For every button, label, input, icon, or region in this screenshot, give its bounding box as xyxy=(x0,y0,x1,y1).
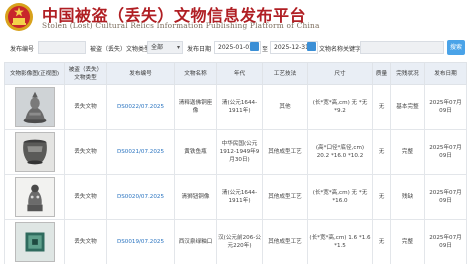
search-button[interactable]: 搜索 xyxy=(447,40,465,55)
chevron-down-icon: ▾ xyxy=(176,44,180,51)
site-subtitle-en: Stolen (Lost) Cultural Relics Informatio… xyxy=(42,21,320,30)
cell-name: 西汉泉绿釉口 xyxy=(174,219,217,264)
relic-image-green-glaze[interactable] xyxy=(14,222,55,262)
cell-code-link[interactable]: DS0019/07.2025 xyxy=(106,219,175,264)
keyword-label: 文物名称关键字 xyxy=(319,46,362,53)
col-header-code: 发布编号 xyxy=(106,62,175,85)
col-header-condition: 完残状况 xyxy=(390,62,425,85)
table-row[interactable]: 丢失文物 DS0022/07.2025 清释迦佛铜座像 清(公元1644-191… xyxy=(4,84,467,130)
cell-name: 黄铁鱼瓶 xyxy=(174,129,217,175)
cell-size: (长*宽*高,cm) 无 *无 *9.2 xyxy=(307,84,373,130)
cell-quality: 无 xyxy=(372,219,391,264)
cell-date: 2025年07月09日 xyxy=(424,174,467,220)
cell-size: (高*口径*底径,cm) 20.2 *16.0 *10.2 xyxy=(307,129,373,175)
relics-table: 文物影像图(正视图) 被盗（丢失）文物类型 发布编号 文物名称 年代 工艺技法 … xyxy=(4,62,467,264)
cell-quality: 无 xyxy=(372,129,391,175)
col-header-image: 文物影像图(正视图) xyxy=(4,62,65,85)
cell-type: 丢失文物 xyxy=(64,174,107,220)
site-header: 中国被盗（丢失）文物信息发布平台 Stolen (Lost) Cultural … xyxy=(0,0,468,34)
cell-code-link[interactable]: DS0022/07.2025 xyxy=(106,84,175,130)
cell-condition: 完整 xyxy=(390,129,425,175)
national-emblem-icon xyxy=(5,3,33,31)
col-header-craft: 工艺技法 xyxy=(262,62,308,85)
date-separator: 至 xyxy=(262,46,269,53)
relic-image-buddha[interactable] xyxy=(14,87,55,127)
type-label: 被盗（丢失）文物类型 xyxy=(90,46,151,53)
code-input[interactable] xyxy=(38,41,86,54)
cell-name: 清狮钮铜像 xyxy=(174,174,217,220)
col-header-name: 文物名称 xyxy=(174,62,217,85)
cell-era: 中华民国(公元1912-1949年9月30日) xyxy=(216,129,263,175)
cell-quality: 无 xyxy=(372,174,391,220)
cell-era: 汉(公元前206-公元220年) xyxy=(216,219,263,264)
relic-image-vessel[interactable] xyxy=(14,132,55,172)
date-label: 发布日期 xyxy=(187,46,212,53)
table-row[interactable]: 丢失文物 DS0019/07.2025 西汉泉绿釉口 汉(公元前206-公元22… xyxy=(4,219,467,264)
cell-type: 丢失文物 xyxy=(64,129,107,175)
cell-condition: 完整 xyxy=(390,219,425,264)
cell-code-link[interactable]: DS0020/07.2025 xyxy=(106,174,175,220)
cell-craft: 其他 xyxy=(262,84,308,130)
code-label: 发布编号 xyxy=(10,46,35,53)
table-row[interactable]: 丢失文物 DS0020/07.2025 清狮钮铜像 清(公元1644-1911年… xyxy=(4,174,467,220)
cell-craft: 其他成型工艺 xyxy=(262,174,308,220)
cell-craft: 其他成型工艺 xyxy=(262,129,308,175)
cell-name: 清释迦佛铜座像 xyxy=(174,84,217,130)
table-header-row: 文物影像图(正视图) 被盗（丢失）文物类型 发布编号 文物名称 年代 工艺技法 … xyxy=(4,62,467,85)
col-header-size: 尺寸 xyxy=(307,62,373,85)
cell-era: 清(公元1644-1911年) xyxy=(216,174,263,220)
calendar-icon[interactable] xyxy=(307,42,316,51)
keyword-input[interactable] xyxy=(360,41,444,54)
col-header-date: 发布日期 xyxy=(424,62,467,85)
type-select[interactable]: 全部 ▾ xyxy=(147,41,183,54)
table-row[interactable]: 丢失文物 DS0021/07.2025 黄铁鱼瓶 中华民国(公元1912-194… xyxy=(4,129,467,175)
cell-type: 丢失文物 xyxy=(64,219,107,264)
relic-image-lion[interactable] xyxy=(14,177,55,217)
cell-condition: 基本完整 xyxy=(390,84,425,130)
cell-date: 2025年07月09日 xyxy=(424,129,467,175)
calendar-icon[interactable] xyxy=(250,42,259,51)
cell-craft: 其他成型工艺 xyxy=(262,219,308,264)
cell-size: (长*宽*高,cm) 无 *无 *16.0 xyxy=(307,174,373,220)
cell-condition: 残缺 xyxy=(390,174,425,220)
cell-size: (长*宽*高,cm) 1.6 *1.6 *1.5 xyxy=(307,219,373,264)
cell-date: 2025年07月09日 xyxy=(424,84,467,130)
cell-type: 丢失文物 xyxy=(64,84,107,130)
cell-date: 2025年07月09日 xyxy=(424,219,467,264)
cell-code-link[interactable]: DS0021/07.2025 xyxy=(106,129,175,175)
search-bar: 发布编号 被盗（丢失）文物类型 全部 ▾ 发布日期 2025-01-01 至 2… xyxy=(0,40,468,56)
col-header-quality: 质量 xyxy=(372,62,391,85)
cell-quality: 无 xyxy=(372,84,391,130)
cell-era: 清(公元1644-1911年) xyxy=(216,84,263,130)
col-header-era: 年代 xyxy=(216,62,263,85)
type-select-value: 全部 xyxy=(151,44,164,51)
col-header-type: 被盗（丢失）文物类型 xyxy=(64,62,107,85)
